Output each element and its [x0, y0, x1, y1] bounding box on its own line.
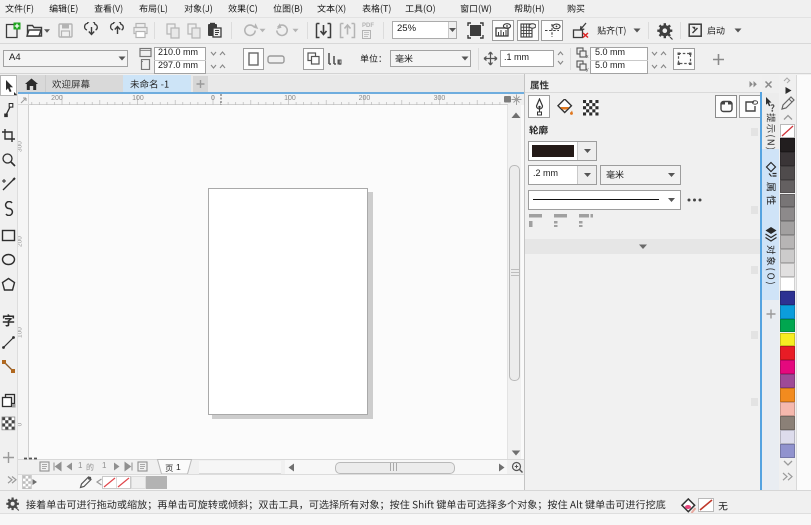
svg-text:x: x: [586, 54, 589, 59]
svg-text:y: y: [586, 67, 589, 72]
